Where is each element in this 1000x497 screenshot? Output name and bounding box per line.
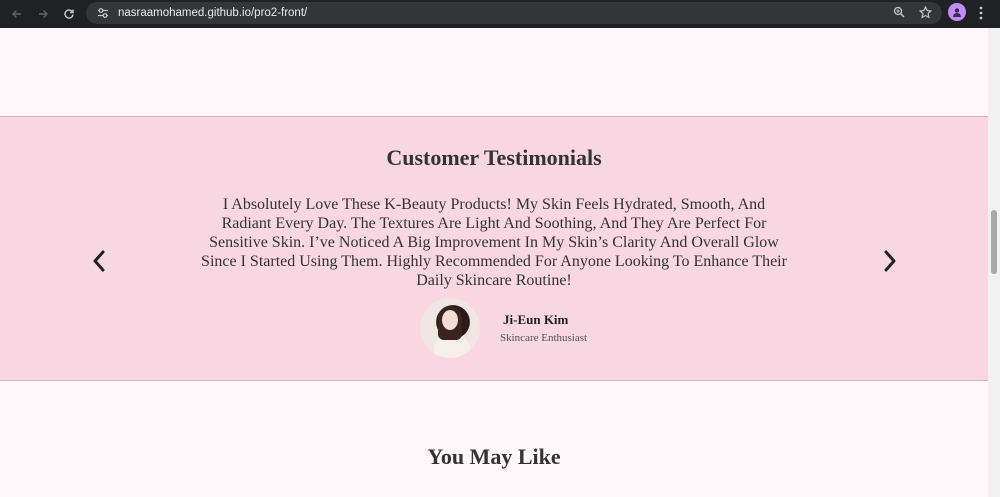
page-scrollbar[interactable] — [988, 28, 1000, 497]
testimonials-section: Customer Testimonials I Absolutely Love … — [0, 116, 988, 381]
profile-icon — [953, 8, 961, 17]
author-name: Ji-Eun Kim — [503, 312, 569, 327]
prev-testimonial-button[interactable] — [87, 247, 111, 275]
avatar-face — [442, 310, 458, 330]
scrollbar-thumb[interactable] — [991, 210, 997, 274]
arrow-right-icon — [39, 10, 48, 18]
address-bar[interactable]: nasraamohamed.github.io/pro2-front/ — [86, 2, 942, 24]
reload-icon — [64, 9, 74, 19]
testimonial-quote: I Absolutely Love These K-Beauty Product… — [201, 196, 787, 289]
browser-toolbar: nasraamohamed.github.io/pro2-front/ — [0, 0, 1000, 28]
zoom-icon — [893, 6, 905, 18]
forward-button[interactable] — [30, 3, 56, 25]
chevron-left-icon — [93, 250, 105, 272]
back-button[interactable] — [4, 3, 30, 25]
browser-menu-button[interactable] — [978, 5, 984, 25]
tune-icon — [98, 8, 108, 18]
bookmark-button[interactable] — [918, 5, 933, 21]
star-icon — [918, 5, 933, 19]
url-text: nasraamohamed.github.io/pro2-front/ — [118, 7, 308, 19]
reload-button[interactable] — [56, 3, 82, 25]
testimonials-title: Customer Testimonials — [386, 145, 602, 170]
you-may-like-title: You May Like — [427, 444, 561, 469]
avatar — [420, 298, 480, 358]
arrow-left-icon — [12, 10, 21, 18]
author-role: Skincare Enthusiast — [500, 332, 588, 344]
kebab-menu-icon — [979, 6, 983, 20]
site-info-button[interactable] — [92, 4, 114, 22]
next-testimonial-button[interactable] — [878, 247, 902, 275]
chevron-right-icon — [884, 250, 896, 272]
zoom-button[interactable] — [893, 6, 905, 20]
profile-button[interactable] — [948, 3, 966, 21]
page-content: Customer Testimonials I Absolutely Love … — [0, 28, 988, 497]
testimonial-author: Ji-Eun Kim Skincare Enthusiast — [420, 298, 620, 358]
